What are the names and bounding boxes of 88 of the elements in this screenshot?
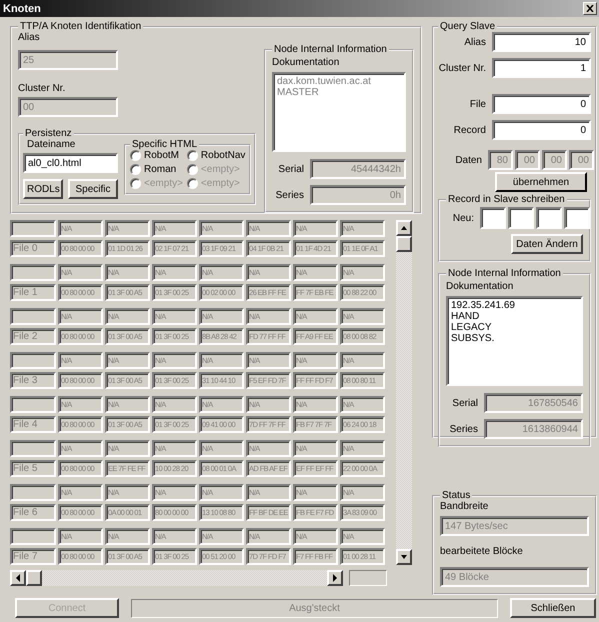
- radio-option[interactable]: Roman: [130, 164, 183, 175]
- close-button[interactable]: Schließen: [510, 598, 596, 618]
- series-field: 0h: [310, 185, 406, 205]
- input-field[interactable]: [480, 207, 506, 229]
- file-label: File 7: [10, 548, 56, 565]
- file-label: File 6: [10, 504, 56, 521]
- vertical-scrollbar[interactable]: [396, 220, 412, 565]
- table-cell: [10, 220, 56, 237]
- data-field: 80: [488, 150, 513, 170]
- filename-label: Dateiname: [26, 139, 76, 150]
- data-field: 00: [515, 150, 540, 170]
- bandwidth-label: Bandbreite: [440, 501, 490, 512]
- table-cell: [10, 264, 56, 281]
- documentation-box[interactable]: 192.35.241.69 HAND LEGACY SUBSYS.: [446, 296, 583, 386]
- scroll-right-button[interactable]: [327, 570, 343, 586]
- input-field[interactable]: 10: [492, 32, 591, 52]
- table-cell: [10, 352, 56, 369]
- scroll-up-button[interactable]: [396, 220, 412, 236]
- series-label: Series: [448, 424, 478, 434]
- scroll-thumb[interactable]: [26, 570, 42, 586]
- file-label: File 5: [10, 460, 56, 477]
- apply-button[interactable]: übernehmen: [495, 172, 587, 192]
- input-field[interactable]: [564, 207, 590, 229]
- input-field[interactable]: [536, 207, 562, 229]
- table-cell: [10, 440, 56, 457]
- serial-field: 45444342h: [310, 159, 406, 179]
- field-label: File: [468, 98, 486, 110]
- alias-field: 25: [18, 50, 118, 70]
- group-title: Record in Slave schreiben: [447, 194, 566, 205]
- input-field[interactable]: 0: [492, 120, 591, 140]
- group-title: Specific HTML: [131, 139, 198, 150]
- series-label: Series: [274, 190, 304, 200]
- table-cell: [10, 308, 56, 325]
- table-cell: [10, 528, 56, 545]
- file-label: File 4: [10, 416, 56, 433]
- bandwidth-field: 147 Bytes/sec: [440, 516, 589, 536]
- input-field[interactable]: 1: [492, 58, 591, 78]
- file-label: File 1: [10, 284, 56, 301]
- data-label: Daten: [454, 154, 482, 166]
- scroll-thumb[interactable]: [396, 236, 412, 252]
- scroll-left-button[interactable]: [10, 570, 26, 586]
- radio-option[interactable]: RobotNav: [186, 150, 246, 161]
- group-title: Status: [441, 490, 472, 501]
- blocks-label: bearbeitete Blöcke: [440, 546, 524, 557]
- group-title: Node Internal Information: [273, 44, 388, 55]
- field-label: Cluster Nr.: [438, 62, 486, 74]
- group-title: TTP/A Knoten Identifikation: [19, 21, 142, 32]
- alias-label: Alias: [18, 32, 41, 43]
- down-arrow-icon: [400, 553, 408, 561]
- file-label: File 2: [10, 328, 56, 345]
- data-field: 00: [569, 150, 594, 170]
- specific-button[interactable]: Specific: [68, 179, 118, 199]
- serial-label: Serial: [451, 398, 478, 408]
- documentation-label: Dokumentation: [446, 281, 514, 292]
- change-data-button[interactable]: Daten Ändern: [511, 234, 583, 254]
- cluster-field: 00: [18, 97, 118, 117]
- right-arrow-icon: [331, 574, 339, 582]
- radio-option[interactable]: RobotM: [130, 150, 183, 161]
- close-icon: [586, 5, 594, 12]
- close-button[interactable]: [583, 2, 597, 15]
- serial-field: 167850546: [484, 393, 583, 413]
- up-arrow-icon: [400, 224, 408, 232]
- file-label: File 0: [10, 240, 56, 257]
- data-field: 00: [542, 150, 567, 170]
- status-field: Ausg'steckt: [131, 598, 498, 618]
- cluster-label: Cluster Nr.: [18, 83, 66, 94]
- empty-field: [349, 570, 387, 586]
- field-label: Record: [452, 124, 486, 136]
- rodls-button[interactable]: RODLs: [23, 179, 63, 199]
- group-title: Persistenz: [24, 128, 73, 139]
- table-cell: [10, 396, 56, 413]
- new-label: Neu:: [452, 212, 474, 224]
- left-arrow-icon: [14, 574, 22, 582]
- table-cell: [10, 484, 56, 501]
- scroll-down-button[interactable]: [396, 549, 412, 565]
- documentation-label: Dokumentation: [272, 57, 340, 68]
- blocks-field: 49 Blöcke: [440, 567, 589, 587]
- field-label: Alias: [463, 36, 486, 48]
- serial-label: Serial: [277, 164, 304, 174]
- filename-field[interactable]: al0_cl0.html: [23, 153, 118, 173]
- group-title: Node Internal Information: [447, 268, 562, 279]
- file-label: File 3: [10, 372, 56, 389]
- series-field: 1613860944: [484, 419, 583, 439]
- window-title: Knoten: [3, 2, 41, 14]
- horizontal-scrollbar[interactable]: [10, 570, 343, 586]
- input-field[interactable]: 0: [492, 94, 591, 114]
- input-field[interactable]: [508, 207, 534, 229]
- group-title: Query Slave: [439, 21, 496, 32]
